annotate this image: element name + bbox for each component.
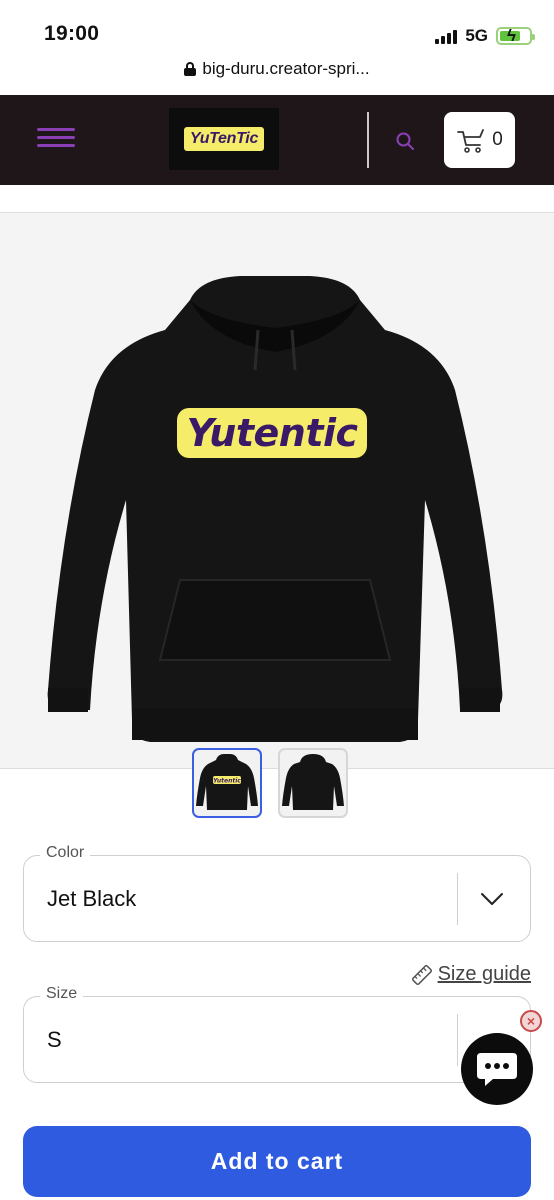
size-guide-link[interactable]: Size guide xyxy=(411,963,531,986)
search-icon[interactable] xyxy=(396,132,414,150)
store-logo[interactable]: YuTenTic xyxy=(169,108,279,170)
menu-hamburger-icon[interactable] xyxy=(37,128,75,148)
battery-charging-icon: ϟ xyxy=(496,26,535,45)
thumbnail-back[interactable] xyxy=(278,748,348,818)
address-bar[interactable]: big-duru.creator-spri... xyxy=(0,54,554,84)
hoodie-print: Yutentic xyxy=(177,408,367,458)
select-divider xyxy=(457,1014,458,1066)
network-type: 5G xyxy=(465,26,488,45)
size-select-value: S xyxy=(47,1027,62,1052)
chat-close-button[interactable]: × xyxy=(520,1010,542,1032)
thumbnail-front[interactable]: Yutentic xyxy=(192,748,262,818)
ruler-icon xyxy=(411,964,432,985)
chevron-down-icon xyxy=(481,893,503,905)
lock-icon xyxy=(184,62,197,76)
hoodie-thumbnail-back-icon xyxy=(282,754,344,810)
cart-count: 0 xyxy=(492,129,503,150)
color-select[interactable]: Color Jet Black xyxy=(23,844,531,942)
size-select[interactable]: Size S xyxy=(23,985,531,1083)
hoodie-print-text: Yutentic xyxy=(186,411,358,455)
status-bar: 19:00 5G ϟ xyxy=(0,0,554,60)
add-to-cart-button[interactable]: Add to cart xyxy=(23,1126,531,1197)
header-divider xyxy=(367,112,369,168)
hoodie-front-image xyxy=(47,276,503,742)
url-text: big-duru.creator-spri... xyxy=(202,59,370,78)
cart-button[interactable]: 0 xyxy=(444,112,515,168)
chat-bubble-icon xyxy=(477,1053,517,1086)
select-divider xyxy=(457,873,458,925)
cellular-signal-icon xyxy=(435,28,458,44)
logo-text: YuTenTic xyxy=(183,127,265,151)
chat-button[interactable] xyxy=(461,1033,533,1105)
size-select-label: Size xyxy=(40,985,84,1003)
status-time: 19:00 xyxy=(44,22,100,45)
color-select-label: Color xyxy=(40,844,91,862)
cart-icon xyxy=(457,129,485,153)
hoodie-thumbnail-front-icon: Yutentic xyxy=(196,754,258,810)
status-indicators: 5G ϟ xyxy=(435,24,535,48)
size-guide-label: Size guide xyxy=(437,963,531,985)
color-select-value: Jet Black xyxy=(47,886,137,911)
thumbnail-print-text: Yutentic xyxy=(213,778,241,785)
